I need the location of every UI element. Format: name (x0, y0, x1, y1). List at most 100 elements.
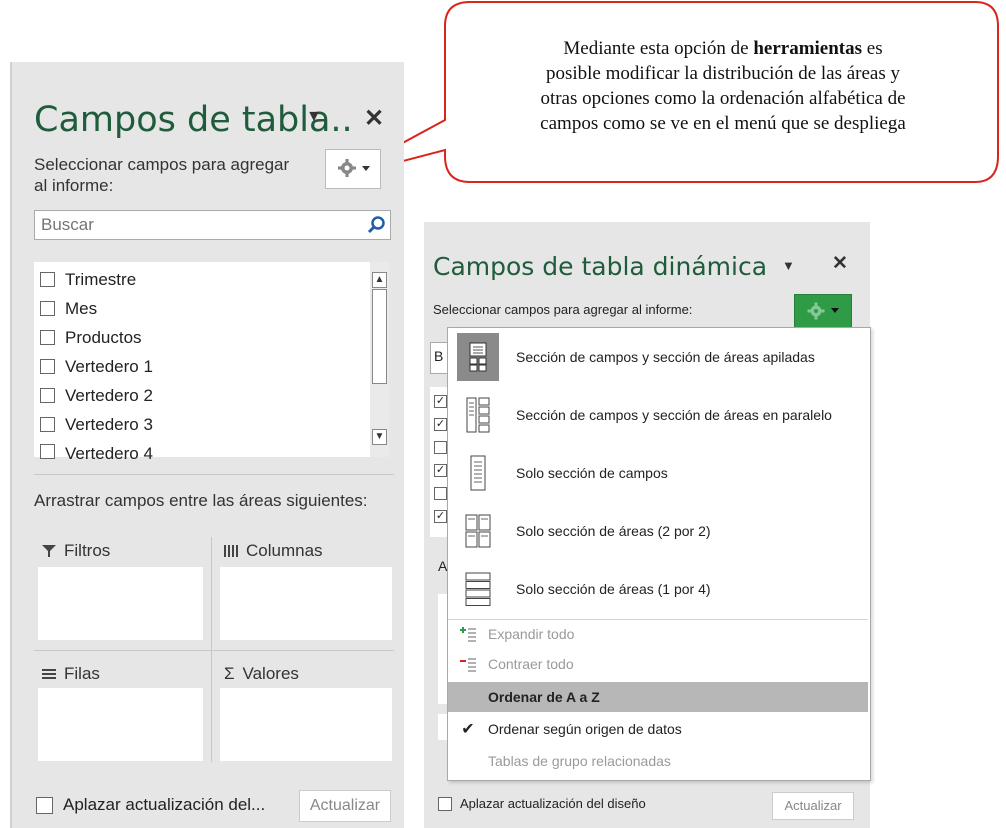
menu-item-label: Solo sección de áreas (1 por 4) (516, 581, 711, 597)
area-values-header: Σ Valores (224, 664, 299, 684)
field-checkbox[interactable]: ✓ (434, 464, 447, 477)
columns-icon (224, 545, 238, 557)
menu-item-label: Expandir todo (488, 626, 575, 642)
menu-item-fields-only[interactable]: Solo sección de campos (448, 444, 868, 502)
field-checkbox[interactable] (434, 441, 447, 454)
area-filters-label: Filtros (64, 541, 111, 560)
update-button[interactable]: Actualizar (299, 790, 391, 822)
defer-update-option[interactable]: Aplazar actualización del diseño (438, 796, 646, 811)
field-checkbox[interactable]: ✓ (434, 418, 447, 431)
menu-item-label: Ordenar según origen de datos (488, 721, 682, 737)
drag-label: Arrastrar campos entre las áreas siguien… (34, 491, 368, 510)
field-checkbox[interactable] (40, 444, 55, 459)
menu-item-areas-2x2[interactable]: Solo sección de áreas (2 por 2) (448, 502, 868, 560)
menu-item-sort-source[interactable]: ✔ Ordenar según origen de datos (448, 714, 868, 744)
field-label: Vertedero 3 (65, 414, 153, 434)
menu-item-label: Contraer todo (488, 656, 574, 672)
search-input[interactable] (39, 214, 353, 236)
field-item[interactable]: Mes (40, 294, 97, 323)
field-item[interactable]: Vertedero 2 (40, 381, 153, 410)
menu-item-areas-1x4[interactable]: Solo sección de áreas (1 por 4) (448, 560, 868, 618)
area-rows-drop[interactable] (38, 688, 203, 761)
chevron-down-icon (362, 166, 370, 171)
field-checkbox[interactable] (40, 388, 55, 403)
close-icon[interactable]: ✕ (364, 104, 384, 133)
field-checkbox[interactable] (40, 272, 55, 287)
menu-item-label: Sección de campos y sección de áreas en … (516, 407, 832, 423)
field-list: Trimestre Mes Productos Vertedero 1 Vert… (34, 262, 389, 462)
gear-icon (338, 159, 370, 177)
field-label: Vertedero 1 (65, 356, 153, 376)
menu-item-label: Solo sección de campos (516, 465, 668, 481)
defer-update-checkbox[interactable] (438, 796, 452, 811)
area-columns-label: Columnas (246, 541, 323, 560)
field-label: Vertedero 4 (65, 444, 153, 462)
scroll-down-button[interactable]: ▼ (372, 429, 387, 445)
layout-fields-only-icon (470, 455, 486, 491)
field-item[interactable]: Vertedero 1 (40, 352, 153, 381)
area-columns-header: Columnas (224, 541, 323, 561)
menu-item-side-by-side-layout[interactable]: Sección de campos y sección de áreas en … (448, 386, 868, 444)
area-filters-drop[interactable] (38, 567, 203, 640)
checkmark-icon: ✔ (461, 721, 475, 738)
menu-item-label: Solo sección de áreas (2 por 2) (516, 523, 711, 539)
close-icon[interactable]: ✕ (832, 252, 848, 275)
field-label: Vertedero 2 (65, 385, 153, 405)
area-rows-label: Filas (64, 664, 100, 683)
menu-item-related-tables[interactable]: Tablas de grupo relacionadas (448, 746, 868, 776)
field-item[interactable]: Vertedero 3 (40, 410, 153, 439)
field-list-scrollbar[interactable]: ▲ ▼ (370, 262, 389, 457)
field-item[interactable]: Vertedero 4 (40, 439, 153, 462)
area-values-label: Valores (242, 664, 299, 683)
menu-item-label: Sección de campos y sección de áreas api… (516, 349, 815, 365)
chevron-down-icon (831, 308, 839, 313)
field-checkbox[interactable] (40, 330, 55, 345)
defer-update-checkbox[interactable] (36, 796, 53, 814)
field-checkbox[interactable] (40, 417, 55, 432)
defer-update-label: Aplazar actualización del... (63, 795, 266, 814)
field-item[interactable]: Trimestre (40, 265, 136, 294)
area-rows-header: Filas (42, 664, 100, 684)
title-dropdown-icon[interactable]: ▼ (306, 108, 322, 126)
menu-item-stacked-layout[interactable]: Sección de campos y sección de áreas api… (448, 328, 868, 386)
search-box (34, 210, 391, 240)
area-values-drop[interactable] (220, 688, 392, 761)
area-columns-drop[interactable] (220, 567, 392, 640)
area-divider-horizontal (34, 650, 394, 651)
layout-stacked-icon (469, 342, 487, 372)
field-label: Trimestre (65, 269, 137, 289)
layout-areas-2x2-icon (465, 514, 491, 548)
update-button[interactable]: Actualizar (772, 792, 854, 820)
search-input-partial: B (434, 348, 444, 364)
collapse-all-icon (460, 658, 476, 672)
field-checkbox[interactable]: ✓ (434, 395, 447, 408)
pivot-fields-pane-compact: Campos de tabla.. ▼ ✕ Seleccionar campos… (10, 62, 404, 828)
sigma-icon: Σ (224, 664, 235, 683)
field-checkbox[interactable]: ✓ (434, 510, 447, 523)
pane-title: Campos de tabla.. (34, 100, 353, 140)
title-dropdown-icon[interactable]: ▼ (782, 258, 795, 273)
layout-stacked-icon-wrap (448, 333, 508, 381)
section-divider (34, 474, 394, 475)
field-label: Mes (65, 298, 98, 318)
field-checkbox[interactable] (434, 487, 447, 500)
menu-item-collapse-all[interactable]: Contraer todo (448, 649, 868, 679)
field-list-partial: ✓ ✓ ✓ ✓ (430, 387, 448, 537)
scroll-up-button[interactable]: ▲ (372, 272, 387, 288)
field-item[interactable]: Productos (40, 323, 142, 352)
tools-button[interactable] (325, 149, 381, 189)
field-checkbox[interactable] (40, 359, 55, 374)
defer-update-option[interactable]: Aplazar actualización del... (36, 795, 265, 815)
menu-item-sort-az[interactable]: Ordenar de A a Z (448, 682, 868, 712)
menu-item-expand-all[interactable]: Expandir todo (448, 619, 868, 649)
scroll-thumb[interactable] (372, 289, 387, 384)
field-checkbox[interactable] (40, 301, 55, 316)
gear-icon (807, 302, 839, 320)
field-label: Productos (65, 327, 142, 347)
area-label-partial: A (438, 558, 448, 574)
menu-item-label: Ordenar de A a Z (488, 689, 600, 705)
search-icon[interactable] (366, 215, 386, 235)
pane-title: Campos de tabla dinámica (433, 252, 768, 281)
pane-subtitle: Seleccionar campos para agregar al infor… (34, 155, 290, 195)
tools-button-active[interactable] (794, 294, 852, 328)
